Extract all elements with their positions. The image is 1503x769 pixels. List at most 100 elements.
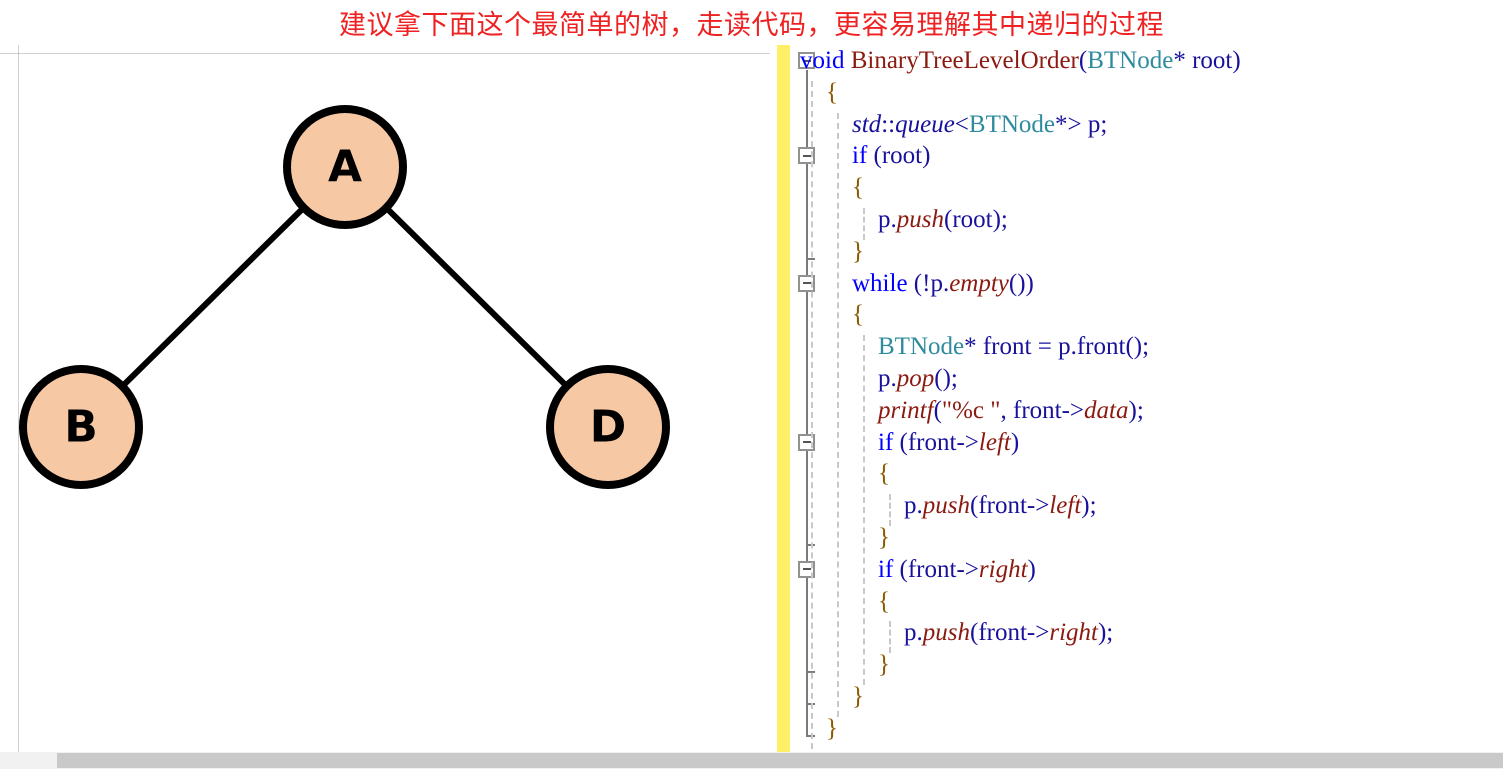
- tree-edge-a-d: [384, 205, 569, 389]
- code-token: right: [1049, 619, 1098, 647]
- code-line[interactable]: {: [770, 77, 1503, 109]
- code-token: (: [893, 555, 908, 583]
- code-token: printf: [878, 396, 934, 424]
- code-token: while: [852, 269, 908, 297]
- code-line-content: if (front->left): [878, 427, 1019, 459]
- code-token: {: [826, 78, 838, 106]
- code-line[interactable]: {: [770, 172, 1503, 204]
- code-line[interactable]: }: [770, 649, 1503, 681]
- code-line[interactable]: std::queue<BTNode*> p;: [770, 109, 1503, 141]
- tree-node-a[interactable]: A: [283, 105, 407, 229]
- tree-diagram-canvas[interactable]: A B D: [0, 45, 770, 752]
- code-editor-pane[interactable]: void BinaryTreeLevelOrder(BTNode* root){…: [770, 45, 1503, 752]
- code-token: (: [1078, 47, 1088, 74]
- code-token: (: [867, 142, 882, 170]
- code-token: }: [878, 651, 890, 679]
- annotation-banner: 建议拿下面这个最简单的树，走读代码，更容易理解其中递归的过程: [0, 0, 1503, 45]
- binary-tree-graphic: A B D: [19, 105, 670, 489]
- code-token: front: [1013, 396, 1062, 424]
- code-token: );: [1097, 619, 1114, 647]
- code-line-content: }: [852, 681, 864, 713]
- code-token: front: [978, 492, 1027, 520]
- code-token: front: [982, 333, 1032, 361]
- code-token: queue: [895, 110, 955, 138]
- code-token: ();: [934, 364, 958, 392]
- code-line-content: printf("%c ", front->data);: [878, 395, 1144, 427]
- code-line[interactable]: void BinaryTreeLevelOrder(BTNode* root): [770, 45, 1503, 77]
- code-line[interactable]: }: [770, 713, 1503, 745]
- code-token: }: [852, 237, 864, 265]
- code-token: push: [922, 619, 970, 647]
- code-token: ->: [1026, 619, 1050, 647]
- code-token: (: [933, 396, 942, 424]
- code-line-content: std::queue<BTNode*> p;: [852, 109, 1107, 141]
- code-token: p: [904, 619, 917, 647]
- code-line[interactable]: p.push(front->right);: [770, 617, 1503, 649]
- code-line-content: if (root): [852, 140, 930, 172]
- code-token: BTNode: [1087, 47, 1174, 74]
- code-token: p: [878, 205, 891, 233]
- code-token: data: [1084, 396, 1129, 424]
- node-label: D: [590, 402, 627, 453]
- code-token: ): [1010, 428, 1020, 456]
- code-token: p: [1058, 333, 1071, 361]
- code-token: p: [878, 364, 891, 392]
- code-line-content: p.pop();: [878, 363, 958, 395]
- code-token: front: [978, 619, 1027, 647]
- code-token: root: [881, 142, 923, 170]
- code-token: ->: [1026, 492, 1050, 520]
- tree-edge-a-b: [120, 205, 306, 389]
- tree-node-group: A B D: [19, 105, 670, 489]
- code-line-content: BTNode* front = p.front();: [878, 331, 1149, 363]
- code-line-content: }: [878, 522, 890, 554]
- code-line[interactable]: {: [770, 586, 1503, 618]
- code-line-content: {: [826, 77, 838, 109]
- code-line[interactable]: if (root): [770, 140, 1503, 172]
- code-token: left: [978, 428, 1011, 456]
- code-line[interactable]: {: [770, 299, 1503, 331]
- tree-node-b[interactable]: B: [19, 365, 143, 489]
- code-token: "%c ": [941, 396, 1001, 424]
- code-token: );: [992, 205, 1008, 233]
- code-line[interactable]: if (front->right): [770, 554, 1503, 586]
- code-token: std: [852, 110, 882, 138]
- code-token: BTNode: [878, 333, 965, 361]
- code-token: );: [1081, 492, 1097, 520]
- code-line[interactable]: }: [770, 681, 1503, 713]
- code-token: front: [907, 555, 957, 583]
- code-line[interactable]: p.pop();: [770, 363, 1503, 395]
- code-line[interactable]: p.push(front->left);: [770, 490, 1503, 522]
- code-line[interactable]: }: [770, 522, 1503, 554]
- code-token: root: [952, 205, 993, 233]
- code-line[interactable]: }: [770, 236, 1503, 268]
- code-token: *: [964, 333, 983, 361]
- tree-node-d[interactable]: D: [546, 365, 670, 489]
- scrollbar-thumb[interactable]: [57, 753, 1503, 768]
- code-line[interactable]: if (front->left): [770, 427, 1503, 459]
- code-token: ()): [1008, 269, 1034, 297]
- code-line-list[interactable]: void BinaryTreeLevelOrder(BTNode* root){…: [770, 45, 1503, 752]
- code-token: =: [1031, 333, 1059, 361]
- code-token: empty: [949, 269, 1009, 297]
- code-token: ): [1232, 47, 1241, 74]
- code-token: ,: [1000, 396, 1013, 424]
- code-token: <: [954, 110, 969, 138]
- code-line-content: {: [878, 458, 890, 490]
- code-line-content: {: [852, 299, 864, 331]
- code-line[interactable]: {: [770, 458, 1503, 490]
- tree-edge-group: [120, 205, 569, 389]
- code-line[interactable]: printf("%c ", front->data);: [770, 395, 1503, 427]
- code-token: ->: [1061, 396, 1085, 424]
- code-token: pop: [896, 364, 935, 392]
- code-line-content: {: [878, 586, 890, 618]
- code-token: front: [1076, 333, 1126, 361]
- code-line[interactable]: p.push(root);: [770, 204, 1503, 236]
- code-line-content: while (!p.empty()): [852, 268, 1034, 300]
- code-token: (!: [907, 269, 931, 297]
- code-line[interactable]: BTNode* front = p.front();: [770, 331, 1503, 363]
- horizontal-scrollbar[interactable]: [0, 752, 1503, 769]
- code-token: if: [878, 555, 894, 583]
- code-line[interactable]: while (!p.empty()): [770, 268, 1503, 300]
- code-line-content: }: [878, 649, 890, 681]
- code-line-content: }: [852, 236, 864, 268]
